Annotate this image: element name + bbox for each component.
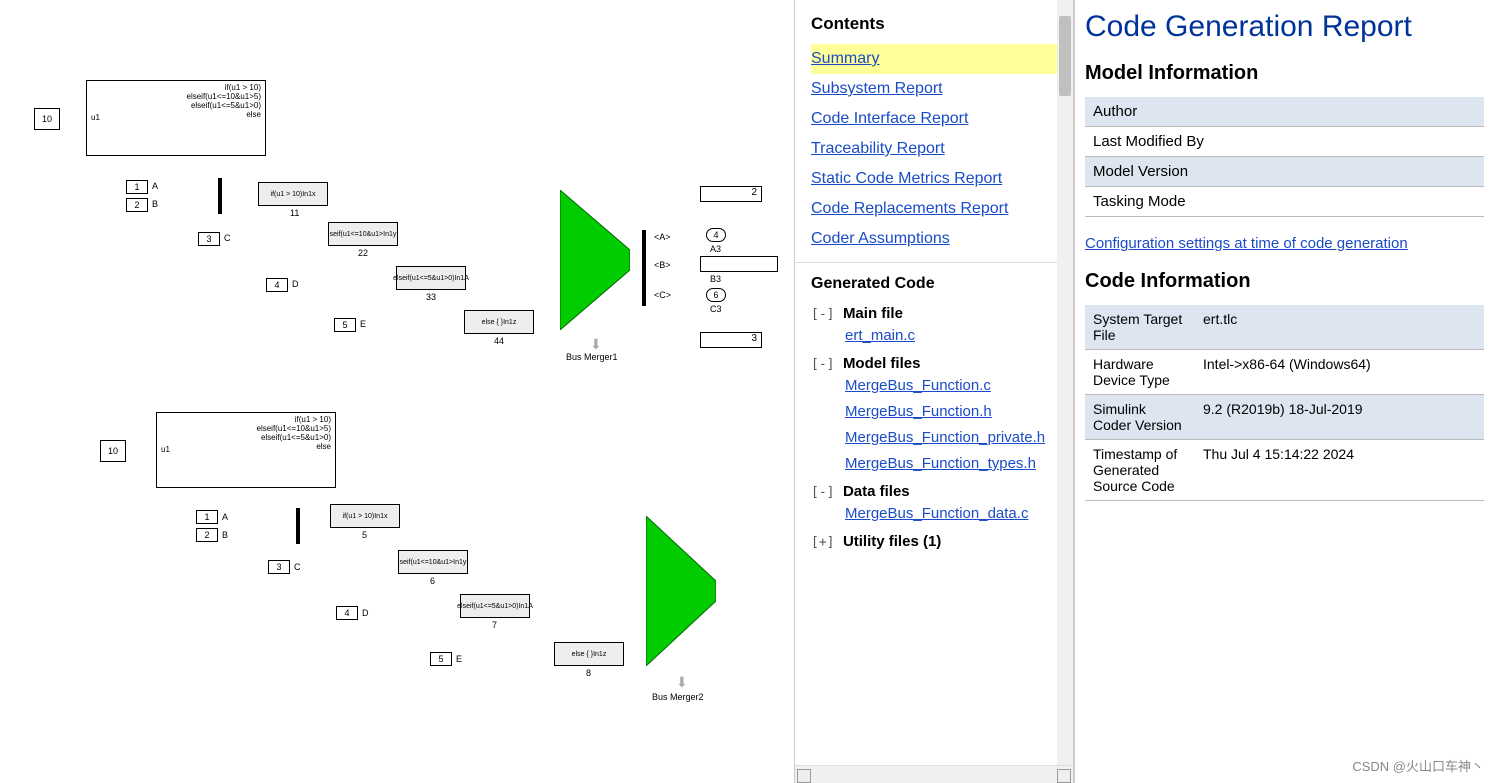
subsys-22: seif(u1<=10&u1>In1y <box>328 222 398 246</box>
file-func-h[interactable]: MergeBus_Function.h <box>845 403 992 420</box>
toc-link-replacements[interactable]: Code Replacements Report <box>811 194 1057 224</box>
inport-5-bot: 5 <box>430 652 452 666</box>
group-model: Model files <box>843 355 921 372</box>
subsys-44: else { }In1z <box>464 310 534 334</box>
generated-code-heading: Generated Code <box>795 262 1073 299</box>
demux-top <box>642 230 646 306</box>
group-main: Main file <box>843 305 903 322</box>
out-C3: 6 <box>706 288 726 302</box>
inport-3-bot: 3 <box>268 560 290 574</box>
toc-link-metrics[interactable]: Static Code Metrics Report <box>811 164 1057 194</box>
config-settings-link[interactable]: Configuration settings at time of code g… <box>1085 235 1484 252</box>
file-func-private[interactable]: MergeBus_Function_private.h <box>845 429 1045 446</box>
merge-block-bot <box>646 516 716 666</box>
subsys-5: if(u1 > 10)In1x <box>330 504 400 528</box>
inport-1-bot: 1 <box>196 510 218 524</box>
code-info-table: System Target Fileert.tlc Hardware Devic… <box>1085 305 1484 501</box>
simulink-canvas: 10 u1 if(u1 > 10) elseif(u1<=10&u1>5) el… <box>0 0 795 783</box>
subsys-8: else { }In1z <box>554 642 624 666</box>
subsys-7: elseif(u1<=5&u1>0)In1A <box>460 594 530 618</box>
constant-block-top: 10 <box>34 108 60 130</box>
vertical-scrollbar[interactable] <box>1057 0 1073 765</box>
if-block-top: u1 if(u1 > 10) elseif(u1<=10&u1>5) elsei… <box>86 80 266 156</box>
group-data: Data files <box>843 483 910 500</box>
toggle-util[interactable]: [+] <box>811 535 834 550</box>
file-func-c[interactable]: MergeBus_Function.c <box>845 377 991 394</box>
subsys-11: if(u1 > 10)In1x <box>258 182 328 206</box>
merge-block-top <box>560 190 630 330</box>
file-func-data[interactable]: MergeBus_Function_data.c <box>845 505 1028 522</box>
mux-top <box>218 178 222 214</box>
arrow-down-icon-2: ⬇ <box>676 674 688 691</box>
if-block-bot: u1 if(u1 > 10) elseif(u1<=10&u1>5) elsei… <box>156 412 336 488</box>
display-top-1: 2 <box>700 186 762 202</box>
display-top-3: 3 <box>700 332 762 348</box>
toc-link-assumptions[interactable]: Coder Assumptions <box>811 224 1057 254</box>
inport-2-bot: 2 <box>196 528 218 542</box>
file-tree: [-] Main file ert_main.c [-] Model files… <box>795 305 1073 563</box>
out-A3: 4 <box>706 228 726 242</box>
toggle-data[interactable]: [-] <box>811 485 834 500</box>
subsys-33: elseif(u1<=5&u1>0)In1A <box>396 266 466 290</box>
toggle-model[interactable]: [-] <box>811 357 834 372</box>
inport-4-bot: 4 <box>336 606 358 620</box>
toc-heading: Contents <box>795 0 1073 44</box>
inport-5-top: 5 <box>334 318 356 332</box>
subsys-6: seif(u1<=10&u1>In1y <box>398 550 468 574</box>
inport-2-top: 2 <box>126 198 148 212</box>
inport-3-top: 3 <box>198 232 220 246</box>
arrow-down-icon: ⬇ <box>590 336 602 353</box>
report-panel: Code Generation Report Model Information… <box>1075 0 1494 783</box>
toggle-main[interactable]: [-] <box>811 307 834 322</box>
horizontal-scrollbar[interactable] <box>795 765 1073 783</box>
file-func-types[interactable]: MergeBus_Function_types.h <box>845 455 1036 472</box>
toc-panel: Contents Summary Subsystem Report Code I… <box>795 0 1075 783</box>
toc-links: Summary Subsystem Report Code Interface … <box>795 44 1073 262</box>
inport-1-top: 1 <box>126 180 148 194</box>
watermark: CSDN @火山口车神丶 <box>1352 756 1484 775</box>
report-title: Code Generation Report <box>1085 10 1484 44</box>
code-info-heading: Code Information <box>1085 270 1484 293</box>
mux-bot <box>296 508 300 544</box>
display-top-2 <box>700 256 778 272</box>
file-ert-main[interactable]: ert_main.c <box>845 327 915 344</box>
model-info-heading: Model Information <box>1085 62 1484 85</box>
toc-link-interface[interactable]: Code Interface Report <box>811 104 1057 134</box>
constant-block-bot: 10 <box>100 440 126 462</box>
inport-4-top: 4 <box>266 278 288 292</box>
toc-link-traceability[interactable]: Traceability Report <box>811 134 1057 164</box>
group-util: Utility files (1) <box>843 533 941 550</box>
toc-link-subsystem[interactable]: Subsystem Report <box>811 74 1057 104</box>
toc-link-summary[interactable]: Summary <box>811 44 1057 74</box>
model-info-table: Author Last Modified By Model Version Ta… <box>1085 97 1484 217</box>
